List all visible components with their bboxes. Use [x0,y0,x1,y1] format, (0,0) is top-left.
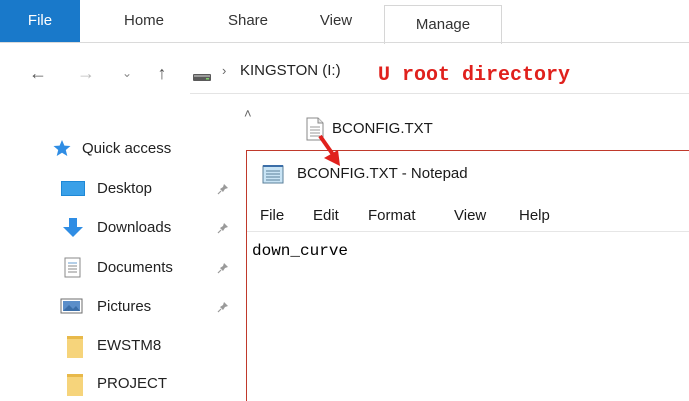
notepad-text-area[interactable]: down_curve [252,242,348,260]
address-bar-underline [190,93,689,94]
desktop-icon [60,178,86,202]
back-arrow-icon[interactable]: ← [26,60,50,86]
documents-icon [63,257,83,283]
pictures-icon [60,296,84,320]
tab-home[interactable]: Home [96,0,192,42]
recent-locations-chevron-icon[interactable]: ⌄ [118,60,136,86]
menu-divider [247,231,689,232]
annotation-arrow-icon [318,134,340,166]
folder-icon [66,335,84,363]
menu-file[interactable]: File [260,207,284,224]
menu-edit[interactable]: Edit [313,207,339,224]
menu-help[interactable]: Help [519,207,550,224]
tab-share[interactable]: Share [206,0,290,42]
breadcrumb-drive[interactable]: KINGSTON (I:) [240,62,341,79]
pin-icon[interactable] [217,221,229,238]
menu-format[interactable]: Format [368,207,416,224]
up-arrow-icon[interactable]: ↑ [150,60,174,86]
download-icon [60,217,86,243]
pin-icon[interactable] [217,300,229,317]
sidebar-item-label: EWSTM8 [97,337,162,354]
tab-manage[interactable]: Manage [384,5,502,44]
breadcrumb-separator-icon: › [222,63,227,78]
tab-view[interactable]: View [300,0,372,42]
notepad-icon [261,163,287,190]
scroll-up-icon[interactable]: ˄ [244,106,252,121]
drive-icon [192,70,212,88]
pin-icon[interactable] [217,261,229,278]
notepad-window[interactable]: BCONFIG.TXT - Notepad File Edit Format V… [246,150,689,401]
pin-icon[interactable] [217,182,229,199]
folder-icon [66,373,84,401]
forward-arrow-icon[interactable]: → [74,60,98,86]
sidebar-item-label: PROJECT [97,375,168,392]
star-icon [52,138,72,162]
sidebar-item-label: Pictures [97,298,152,315]
annotation-label: U root directory [378,64,571,87]
menu-view[interactable]: View [454,207,486,224]
sidebar-item-label: Downloads [97,219,172,236]
ribbon-divider [0,42,689,43]
sidebar-item-label: Documents [97,259,173,276]
sidebar-item-label: Desktop [97,180,153,197]
tab-file[interactable]: File [0,0,80,42]
sidebar-item-label: Quick access [82,140,172,157]
